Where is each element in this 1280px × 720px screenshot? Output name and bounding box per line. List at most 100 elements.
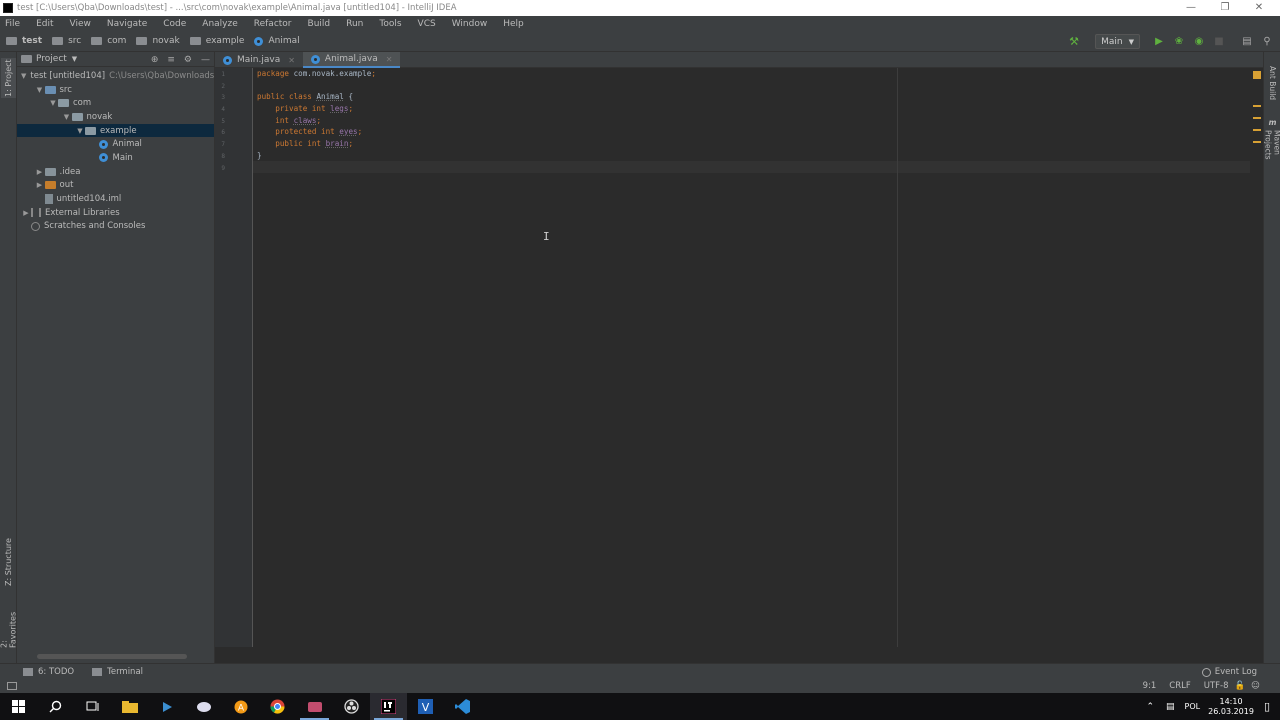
tree-item[interactable]: ▶ out [17,179,214,193]
menu-tools[interactable]: Tools [376,19,404,29]
code-line[interactable] [257,80,376,92]
close-icon[interactable]: ✕ [1242,0,1276,16]
visual-studio-icon[interactable] [148,693,185,720]
maven-projects-tool-tab[interactable]: m Maven Projects [1264,118,1280,180]
code-line[interactable]: public int brain; [257,138,376,150]
code-line[interactable]: } [257,150,376,162]
chevron-down-icon[interactable]: ▼ [62,113,72,121]
tree-item[interactable]: ▼ example [17,123,214,138]
inspector-icon[interactable]: ☺ [1251,681,1260,691]
search-everywhere-icon[interactable]: ⚲ [1258,33,1276,51]
tab-main-java[interactable]: Main.java ✕ [215,52,303,68]
code-editor[interactable]: 123456789 package com.novak.example; publ… [215,68,1263,647]
chevron-down-icon[interactable]: ▼ [35,86,45,94]
visio-icon[interactable]: V [407,693,444,720]
breadcrumb-example[interactable]: example [189,36,244,46]
chevron-right-icon[interactable]: ▶ [21,209,31,217]
ant-build-tool-tab[interactable]: Ant Build [1266,66,1279,106]
breadcrumb-animal[interactable]: Animal [254,36,300,46]
breadcrumb-novak[interactable]: novak [136,36,180,46]
debug-icon[interactable]: ❀ [1170,33,1188,51]
tree-item[interactable]: ▶ External Libraries [17,206,214,220]
tree-item[interactable]: Animal [17,137,214,151]
code-line[interactable] [257,162,376,174]
event-log-tool-tab[interactable]: Event Log [1201,664,1257,680]
breadcrumb-src[interactable]: src [52,36,81,46]
app-icon[interactable] [185,693,222,720]
menu-navigate[interactable]: Navigate [104,19,150,29]
project-panel-title[interactable]: Project [36,54,67,64]
menu-build[interactable]: Build [305,19,334,29]
favorites-tool-tab[interactable]: 2: Favorites [0,602,18,648]
stop-icon[interactable]: ■ [1210,33,1228,51]
app-icon[interactable] [296,693,333,720]
tree-item[interactable]: ▶ .idea [17,165,214,179]
breadcrumb-test[interactable]: test [6,36,42,46]
network-icon[interactable]: ▤ [1166,702,1175,712]
terminal-tool-tab[interactable]: Terminal [92,667,143,677]
menu-vcs[interactable]: VCS [415,19,439,29]
chevron-down-icon[interactable]: ▼ [72,55,77,63]
chevron-up-icon[interactable]: ⌃ [1146,702,1154,712]
menu-help[interactable]: Help [500,19,527,29]
minimize-icon[interactable]: — [1174,0,1208,16]
file-explorer-icon[interactable] [111,693,148,720]
clock[interactable]: 14:10 26.03.2019 [1208,697,1254,717]
tree-item[interactable]: untitled104.iml [17,192,214,206]
code-line[interactable]: private int legs; [257,103,376,115]
project-tool-tab[interactable]: 1: Project [1,58,16,98]
run-configuration-select[interactable]: Main ▼ [1095,34,1140,49]
keyboard-language[interactable]: POL [1185,702,1201,711]
tree-item[interactable]: ▼ src [17,83,214,97]
code-line[interactable]: package com.novak.example; [257,68,376,80]
structure-tool-tab[interactable]: Z: Structure [1,536,16,588]
menu-analyze[interactable]: Analyze [199,19,240,29]
breadcrumb-com[interactable]: com [91,36,126,46]
warning-marker[interactable] [1253,129,1261,131]
chrome-icon[interactable] [259,693,296,720]
menu-view[interactable]: View [67,19,94,29]
tree-item[interactable]: ▼ novak [17,110,214,124]
file-encoding[interactable]: UTF-8 [1204,681,1229,691]
menu-code[interactable]: Code [160,19,189,29]
task-view-icon[interactable] [74,693,111,720]
avast-icon[interactable]: A [222,693,259,720]
chevron-right-icon[interactable]: ▶ [35,168,45,176]
tree-item[interactable]: ▼ com [17,96,214,110]
hide-icon[interactable]: — [201,55,210,65]
lock-icon[interactable]: 🔓 [1235,681,1246,691]
menu-run[interactable]: Run [343,19,366,29]
error-stripe[interactable] [1250,68,1263,647]
chevron-down-icon[interactable]: ▼ [75,127,85,135]
tree-item[interactable]: Scratches and Consoles [17,220,214,234]
chevron-right-icon[interactable]: ▶ [35,181,45,189]
project-structure-icon[interactable]: ▤ [1238,33,1256,51]
coverage-icon[interactable]: ◉ [1190,33,1208,51]
locate-icon[interactable]: ⊕ [151,55,159,65]
code-line[interactable]: public class Animal { [257,91,376,103]
tab-animal-java[interactable]: Animal.java ✕ [302,52,401,68]
tree-item[interactable]: Main [17,151,214,165]
vscode-icon[interactable] [444,693,481,720]
menu-refactor[interactable]: Refactor [251,19,295,29]
menu-edit[interactable]: Edit [33,19,56,29]
warning-marker[interactable] [1253,117,1261,119]
run-icon[interactable]: ▶ [1150,33,1168,51]
code-line[interactable]: int claws; [257,115,376,127]
todo-tool-tab[interactable]: 6: TODO [23,667,74,677]
chevron-down-icon[interactable]: ▼ [21,72,26,80]
hammer-icon[interactable]: ⚒ [1069,35,1083,48]
gear-icon[interactable]: ⚙ [184,55,192,65]
close-icon[interactable]: ✕ [288,56,295,65]
intellij-icon[interactable] [370,693,407,720]
search-icon[interactable] [37,693,74,720]
menu-file[interactable]: File [2,19,23,29]
caret-position[interactable]: 9:1 [1143,681,1157,691]
notifications-icon[interactable]: ▯ [1264,700,1270,713]
code-line[interactable]: protected int eyes; [257,126,376,138]
tool-windows-icon[interactable] [7,682,17,690]
menu-window[interactable]: Window [449,19,491,29]
maximize-icon[interactable]: ❐ [1208,0,1242,16]
windows-start-icon[interactable] [0,693,37,720]
warning-marker[interactable] [1253,105,1261,107]
